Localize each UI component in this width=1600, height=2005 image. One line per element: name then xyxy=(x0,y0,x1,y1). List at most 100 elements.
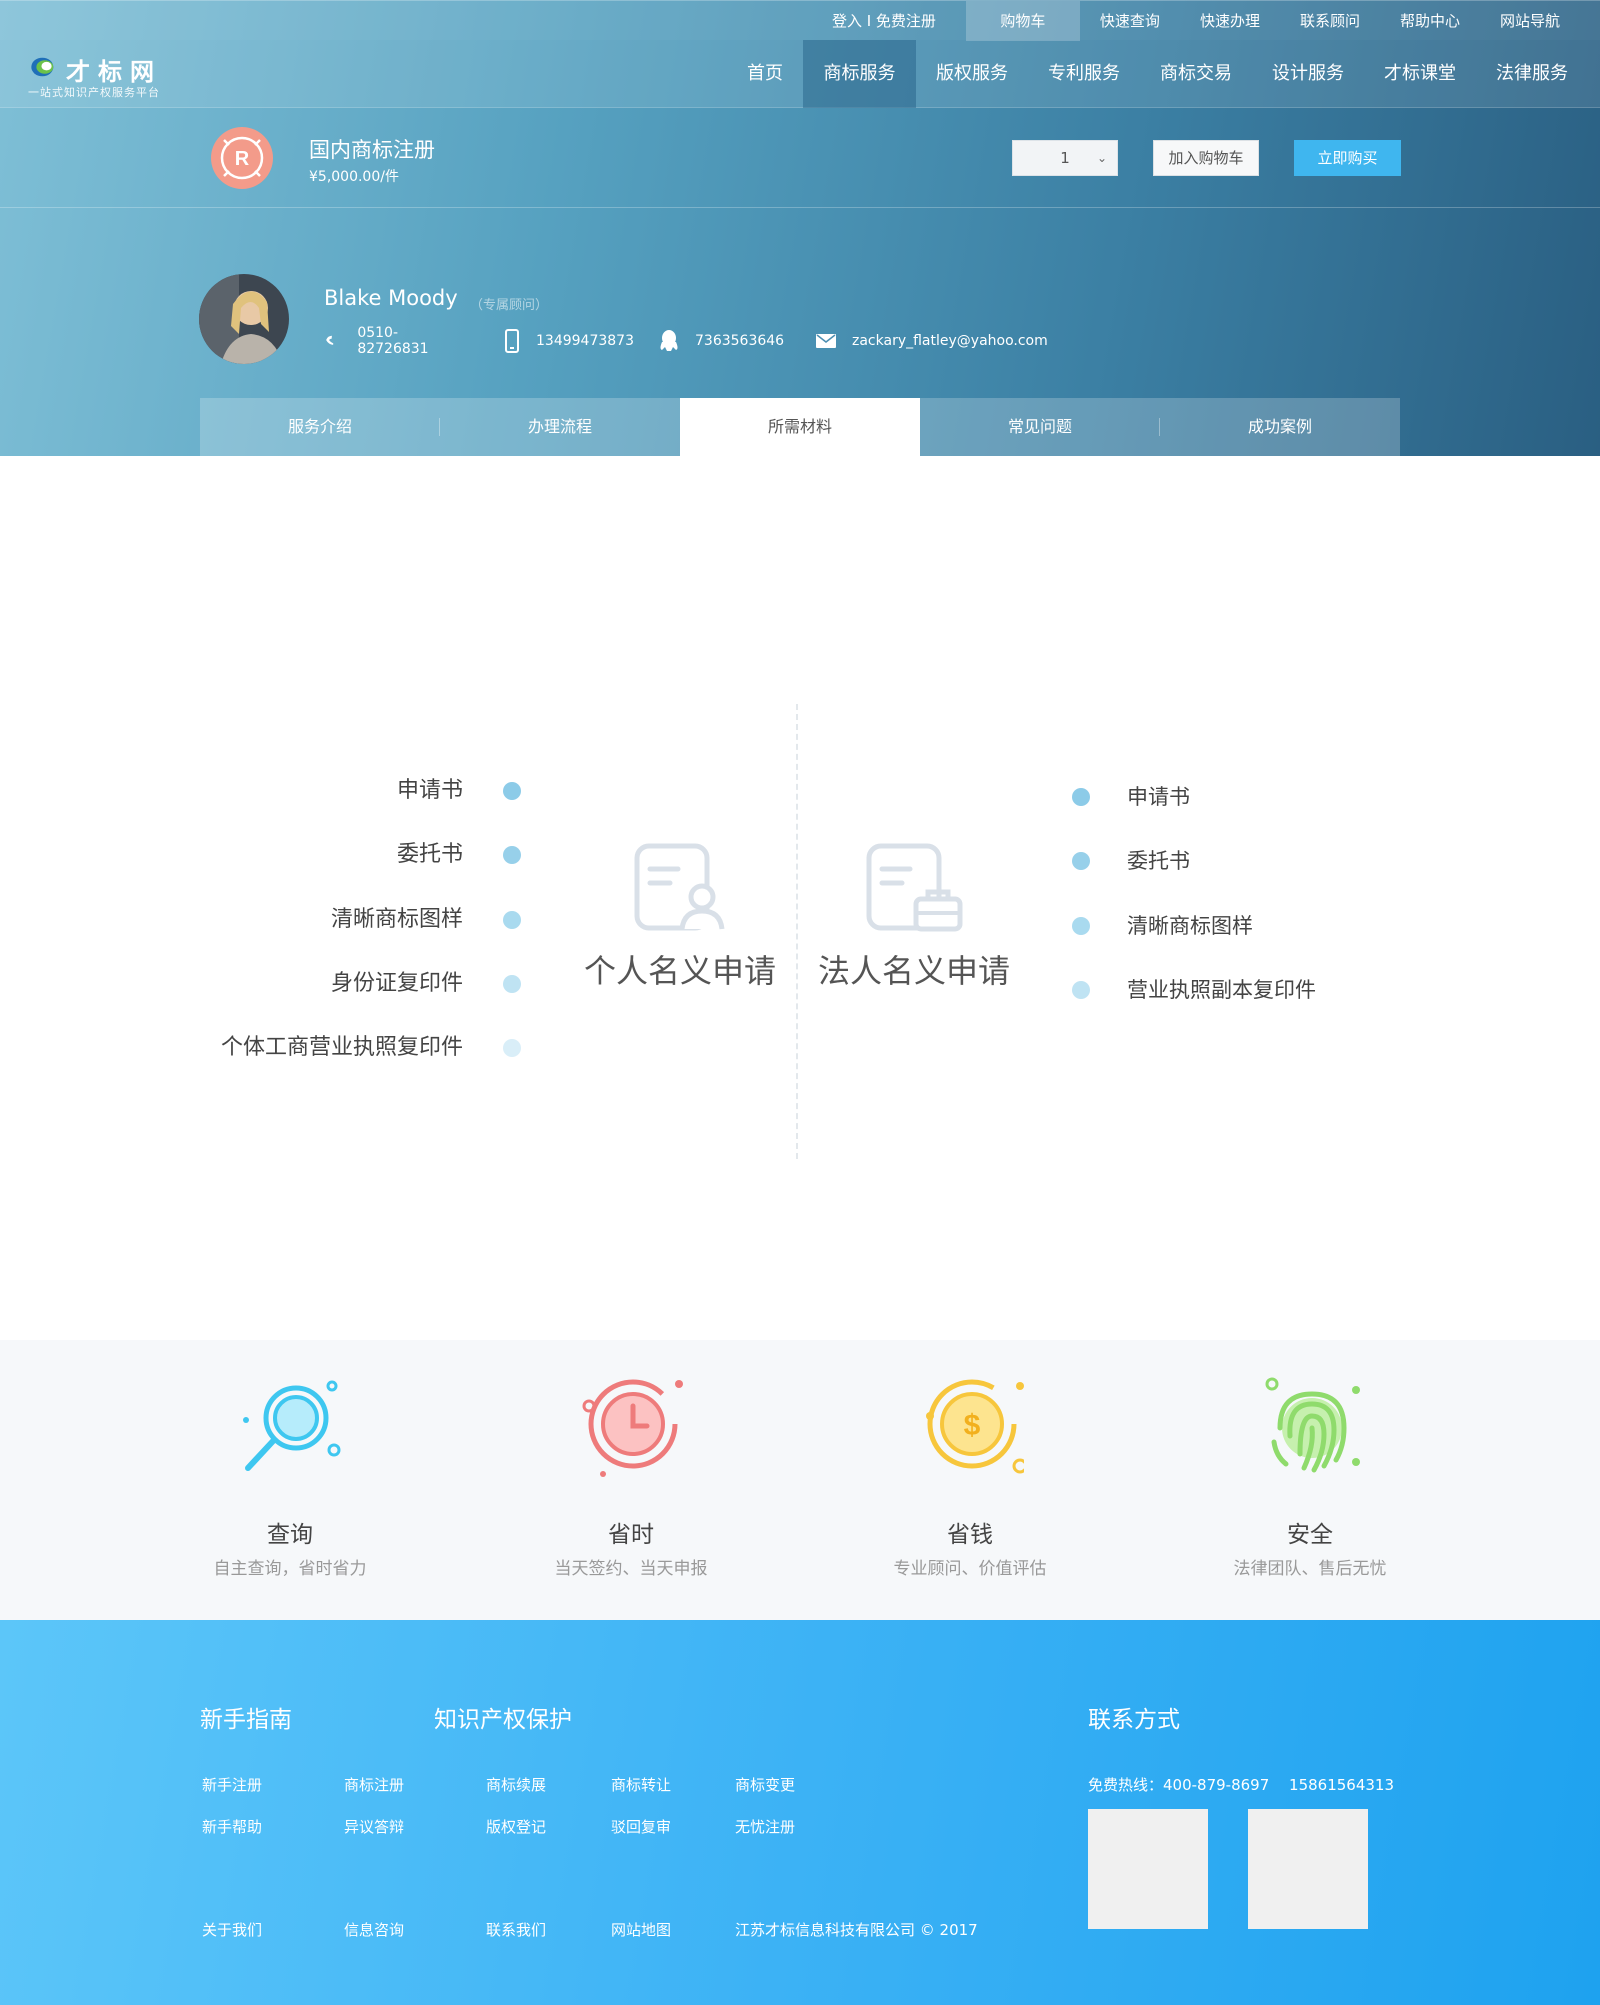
footer-link[interactable]: 商标转让 xyxy=(611,1774,671,1795)
bullet-dot xyxy=(1072,788,1090,806)
feature-time: 省时 当天签约、当天申报 xyxy=(481,1340,781,1620)
bullet-dot xyxy=(503,846,521,864)
personal-item: 委托书 xyxy=(396,842,463,867)
footer-hotline: 免费热线：400-879-8697 15861564313 xyxy=(1088,1776,1395,1794)
registered-trademark-icon: R xyxy=(211,127,273,189)
nav-patent-service[interactable]: 专利服务 xyxy=(1028,40,1140,108)
feature-title: 省钱 xyxy=(947,1522,993,1548)
logo-name: 才标网 xyxy=(66,58,162,86)
hero-header: 登入 I 免费注册 购物车 快速查询 快速办理 联系顾问 帮助中心 网站导航 才… xyxy=(0,0,1600,456)
feature-title: 查询 xyxy=(267,1522,313,1548)
phone-icon xyxy=(326,335,334,345)
bullet-dot xyxy=(503,1039,521,1057)
footer-link[interactable]: 商标变更 xyxy=(735,1774,795,1795)
footer-link[interactable]: 网站地图 xyxy=(611,1919,671,1940)
quick-handle-link[interactable]: 快速办理 xyxy=(1180,1,1280,41)
site-footer: 新手指南 知识产权保护 联系方式 新手注册 新手帮助 商标注册 商标续展 商标转… xyxy=(0,1620,1600,2005)
advisor-phone: 0510-82726831 xyxy=(324,325,435,357)
magnifier-icon xyxy=(243,1380,341,1471)
footer-link[interactable]: 版权登记 xyxy=(486,1816,546,1837)
footer-link[interactable]: 无忧注册 xyxy=(735,1816,795,1837)
personal-item: 身份证复印件 xyxy=(330,971,463,996)
nav-trademark-service[interactable]: 商标服务 xyxy=(803,40,916,108)
bullet-dot xyxy=(1072,852,1090,870)
corporate-item: 申请书 xyxy=(1127,785,1190,809)
footer-link[interactable]: 商标注册 xyxy=(344,1774,404,1795)
avatar xyxy=(199,274,289,364)
buy-now-button[interactable]: 立即购买 xyxy=(1294,140,1401,176)
nav-design-service[interactable]: 设计服务 xyxy=(1252,40,1364,108)
footer-copyright: 江苏才标信息科技有限公司 © 2017 xyxy=(735,1921,978,1939)
nav-home[interactable]: 首页 xyxy=(727,40,803,108)
center-divider xyxy=(796,704,798,1159)
corporate-item: 清晰商标图样 xyxy=(1127,914,1253,938)
product-price: ¥5,000.00/件 xyxy=(309,169,399,185)
fingerprint-icon xyxy=(1265,1377,1360,1473)
footer-link[interactable]: 驳回复审 xyxy=(611,1816,671,1837)
feature-money: $ 省钱 专业顾问、价值评估 xyxy=(820,1340,1120,1620)
nav-trademark-trade[interactable]: 商标交易 xyxy=(1140,40,1252,108)
corporate-document-icon xyxy=(866,843,963,932)
personal-item: 清晰商标图样 xyxy=(330,907,463,932)
feature-desc: 专业顾问、价值评估 xyxy=(893,1559,1047,1579)
advisor-role: （专属顾问） xyxy=(470,298,549,313)
product-title: 国内商标注册 xyxy=(309,138,435,162)
tab-process[interactable]: 办理流程 xyxy=(440,398,680,456)
feature-desc: 自主查询，省时省力 xyxy=(213,1559,367,1579)
nav-copyright-service[interactable]: 版权服务 xyxy=(916,40,1028,108)
contact-advisor-link[interactable]: 联系顾问 xyxy=(1280,1,1380,41)
footer-link[interactable]: 商标续展 xyxy=(486,1774,546,1795)
product-bar: R 国内商标注册 ¥5,000.00/件 1 ⌄ 加入购物车 立即购买 xyxy=(0,108,1600,208)
footer-link[interactable]: 新手帮助 xyxy=(202,1816,262,1837)
feature-title: 安全 xyxy=(1287,1522,1333,1548)
footer-link[interactable]: 异议答辩 xyxy=(344,1816,404,1837)
mobile-icon xyxy=(505,329,519,353)
qq-icon xyxy=(660,330,678,351)
site-logo[interactable]: 才标网 一站式知识产权服务平台 xyxy=(28,52,198,99)
login-register-link[interactable]: 登入 I 免费注册 xyxy=(832,1,966,41)
advisor-card: Blake Moody （专属顾问） 0510-82726831 1349947… xyxy=(0,270,1600,366)
personal-item: 申请书 xyxy=(396,778,463,803)
mail-icon xyxy=(816,334,836,348)
site-nav-link[interactable]: 网站导航 xyxy=(1480,1,1600,41)
bullet-dot xyxy=(1072,981,1090,999)
footer-link[interactable]: 联系我们 xyxy=(486,1919,546,1940)
logo-tagline: 一站式知识产权服务平台 xyxy=(28,86,160,99)
nav-legal-service[interactable]: 法律服务 xyxy=(1476,40,1588,108)
help-center-link[interactable]: 帮助中心 xyxy=(1380,1,1480,41)
features-section: 查询 自主查询，省时省力 省时 当天签约、当天申报 $ 省钱 专业顾问、价值评估 xyxy=(0,1340,1600,1620)
feature-security: 安全 法律团队、售后无忧 xyxy=(1160,1340,1460,1620)
footer-contact-title: 联系方式 xyxy=(1088,1707,1180,1733)
tab-service-intro[interactable]: 服务介绍 xyxy=(200,398,440,456)
feature-search: 查询 自主查询，省时省力 xyxy=(140,1340,440,1620)
feature-desc: 法律团队、售后无忧 xyxy=(1233,1559,1387,1579)
tab-materials[interactable]: 所需材料 xyxy=(680,398,920,456)
personal-document-icon xyxy=(634,843,725,931)
logo-mark-icon xyxy=(31,57,54,77)
quick-search-link[interactable]: 快速查询 xyxy=(1080,1,1180,41)
footer-link[interactable]: 新手注册 xyxy=(202,1774,262,1795)
main-nav: 才标网 一站式知识产权服务平台 首页 商标服务 版权服务 专利服务 商标交易 设… xyxy=(0,40,1600,108)
feature-title: 省时 xyxy=(608,1522,654,1548)
footer-link[interactable]: 关于我们 xyxy=(202,1919,262,1940)
personal-item: 个体工商营业执照复印件 xyxy=(220,1035,463,1060)
footer-guide-title: 新手指南 xyxy=(200,1707,292,1733)
quantity-value: 1 xyxy=(1060,149,1070,167)
detail-tabs: 服务介绍 办理流程 所需材料 常见问题 成功案例 xyxy=(200,398,1400,456)
corporate-application-label: 法人名义申请 xyxy=(818,952,1011,990)
chevron-down-icon: ⌄ xyxy=(1096,151,1107,165)
qr-code-placeholder xyxy=(1088,1809,1208,1929)
corporate-item: 委托书 xyxy=(1127,849,1190,873)
bullet-dot xyxy=(503,782,521,800)
coin-icon: $ xyxy=(926,1379,1024,1474)
footer-link[interactable]: 信息咨询 xyxy=(344,1919,404,1940)
nav-classroom[interactable]: 才标课堂 xyxy=(1364,40,1476,108)
cart-link[interactable]: 购物车 xyxy=(965,1,1080,41)
qr-code-placeholder xyxy=(1248,1809,1368,1929)
badge-letter: R xyxy=(235,148,250,170)
advisor-qq: 7363563646 xyxy=(659,328,784,354)
add-to-cart-button[interactable]: 加入购物车 xyxy=(1153,140,1259,176)
quantity-select[interactable]: 1 ⌄ xyxy=(1012,140,1118,176)
tab-cases[interactable]: 成功案例 xyxy=(1160,398,1400,456)
tab-faq[interactable]: 常见问题 xyxy=(920,398,1160,456)
